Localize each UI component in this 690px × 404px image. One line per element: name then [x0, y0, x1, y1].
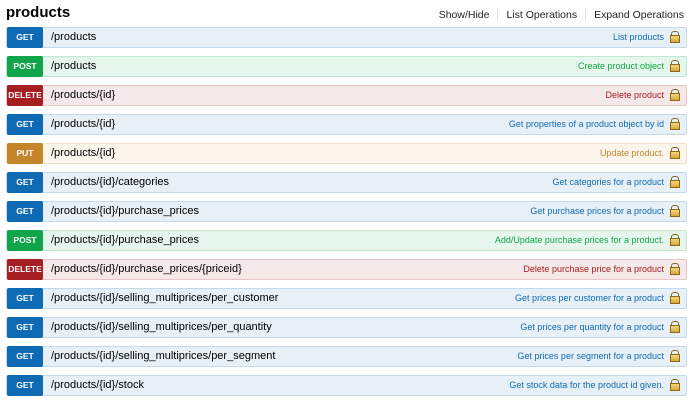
- operation-row[interactable]: DELETE /products/{id}/purchase_prices/{p…: [6, 259, 687, 280]
- endpoint-path[interactable]: /products/{id}/stock: [51, 376, 144, 395]
- operation-summary[interactable]: Update product.: [600, 144, 664, 163]
- http-method-badge[interactable]: POST: [7, 56, 43, 77]
- operation-summary[interactable]: Get categories for a product: [552, 173, 664, 192]
- section-title[interactable]: products: [6, 4, 70, 21]
- operation-summary[interactable]: Delete product: [605, 86, 664, 105]
- lock-icon[interactable]: [670, 89, 680, 101]
- endpoint-path[interactable]: /products/{id}: [51, 115, 115, 134]
- operation-row[interactable]: GET /products/{id}/selling_multiprices/p…: [6, 288, 687, 309]
- operation-row[interactable]: GET /products/{id}/stock Get stock data …: [6, 375, 687, 396]
- endpoint-path[interactable]: /products/{id}/categories: [51, 173, 169, 192]
- operation-summary[interactable]: Create product object: [578, 57, 664, 76]
- section-header: products Show/Hide List Operations Expan…: [0, 0, 690, 28]
- operation-row[interactable]: GET /products/{id}/purchase_prices Get p…: [6, 201, 687, 222]
- section-links: Show/Hide List Operations Expand Operati…: [431, 9, 690, 21]
- lock-icon[interactable]: [670, 350, 680, 362]
- http-method-badge[interactable]: DELETE: [7, 85, 43, 106]
- endpoint-path[interactable]: /products/{id}/selling_multiprices/per_c…: [51, 289, 278, 308]
- operation-row[interactable]: GET /products List products: [6, 27, 687, 48]
- operation-summary[interactable]: Get purchase prices for a product: [530, 202, 664, 221]
- http-method-badge[interactable]: GET: [7, 201, 43, 222]
- endpoint-path[interactable]: /products/{id}: [51, 144, 115, 163]
- endpoint-path[interactable]: /products: [51, 28, 96, 47]
- http-method-badge[interactable]: GET: [7, 346, 43, 367]
- http-method-badge[interactable]: DELETE: [7, 259, 43, 280]
- lock-icon[interactable]: [670, 263, 680, 275]
- operation-row[interactable]: GET /products/{id}/selling_multiprices/p…: [6, 346, 687, 367]
- http-method-badge[interactable]: PUT: [7, 143, 43, 164]
- operation-row[interactable]: DELETE /products/{id} Delete product: [6, 85, 687, 106]
- operation-summary[interactable]: Add/Update purchase prices for a product…: [495, 231, 664, 250]
- lock-icon[interactable]: [670, 379, 680, 391]
- operations-list: GET /products List products POST /produc…: [6, 27, 687, 404]
- lock-icon[interactable]: [670, 60, 680, 72]
- operation-summary[interactable]: List products: [613, 28, 664, 47]
- lock-icon[interactable]: [670, 234, 680, 246]
- http-method-badge[interactable]: GET: [7, 317, 43, 338]
- lock-icon[interactable]: [670, 321, 680, 333]
- endpoint-path[interactable]: /products/{id}/selling_multiprices/per_s…: [51, 347, 275, 366]
- http-method-badge[interactable]: GET: [7, 288, 43, 309]
- endpoint-path[interactable]: /products/{id}: [51, 86, 115, 105]
- lock-icon[interactable]: [670, 176, 680, 188]
- expand-operations-link[interactable]: Expand Operations: [585, 9, 690, 21]
- endpoint-path[interactable]: /products/{id}/selling_multiprices/per_q…: [51, 318, 272, 337]
- lock-icon[interactable]: [670, 118, 680, 130]
- endpoint-path[interactable]: /products/{id}/purchase_prices: [51, 202, 199, 221]
- operation-summary[interactable]: Get properties of a product object by id: [509, 115, 664, 134]
- operation-summary[interactable]: Get prices per customer for a product: [515, 289, 664, 308]
- operation-row[interactable]: POST /products Create product object: [6, 56, 687, 77]
- lock-icon[interactable]: [670, 147, 680, 159]
- http-method-badge[interactable]: GET: [7, 114, 43, 135]
- operation-row[interactable]: GET /products/{id}/selling_multiprices/p…: [6, 317, 687, 338]
- endpoint-path[interactable]: /products/{id}/purchase_prices: [51, 231, 199, 250]
- operation-row[interactable]: GET /products/{id}/categories Get catego…: [6, 172, 687, 193]
- endpoint-path[interactable]: /products/{id}/purchase_prices/{priceid}: [51, 260, 242, 279]
- operation-row[interactable]: POST /products/{id}/purchase_prices Add/…: [6, 230, 687, 251]
- operation-row[interactable]: GET /products/{id} Get properties of a p…: [6, 114, 687, 135]
- http-method-badge[interactable]: GET: [7, 27, 43, 48]
- http-method-badge[interactable]: GET: [7, 172, 43, 193]
- operation-row[interactable]: PUT /products/{id} Update product.: [6, 143, 687, 164]
- lock-icon[interactable]: [670, 205, 680, 217]
- http-method-badge[interactable]: GET: [7, 375, 43, 396]
- list-operations-link[interactable]: List Operations: [497, 9, 585, 21]
- lock-icon[interactable]: [670, 31, 680, 43]
- show-hide-link[interactable]: Show/Hide: [431, 9, 498, 21]
- operation-summary[interactable]: Get stock data for the product id given.: [509, 376, 664, 395]
- operation-summary[interactable]: Get prices per quantity for a product: [520, 318, 664, 337]
- http-method-badge[interactable]: POST: [7, 230, 43, 251]
- operation-summary[interactable]: Get prices per segment for a product: [517, 347, 664, 366]
- operation-summary[interactable]: Delete purchase price for a product: [523, 260, 664, 279]
- endpoint-path[interactable]: /products: [51, 57, 96, 76]
- lock-icon[interactable]: [670, 292, 680, 304]
